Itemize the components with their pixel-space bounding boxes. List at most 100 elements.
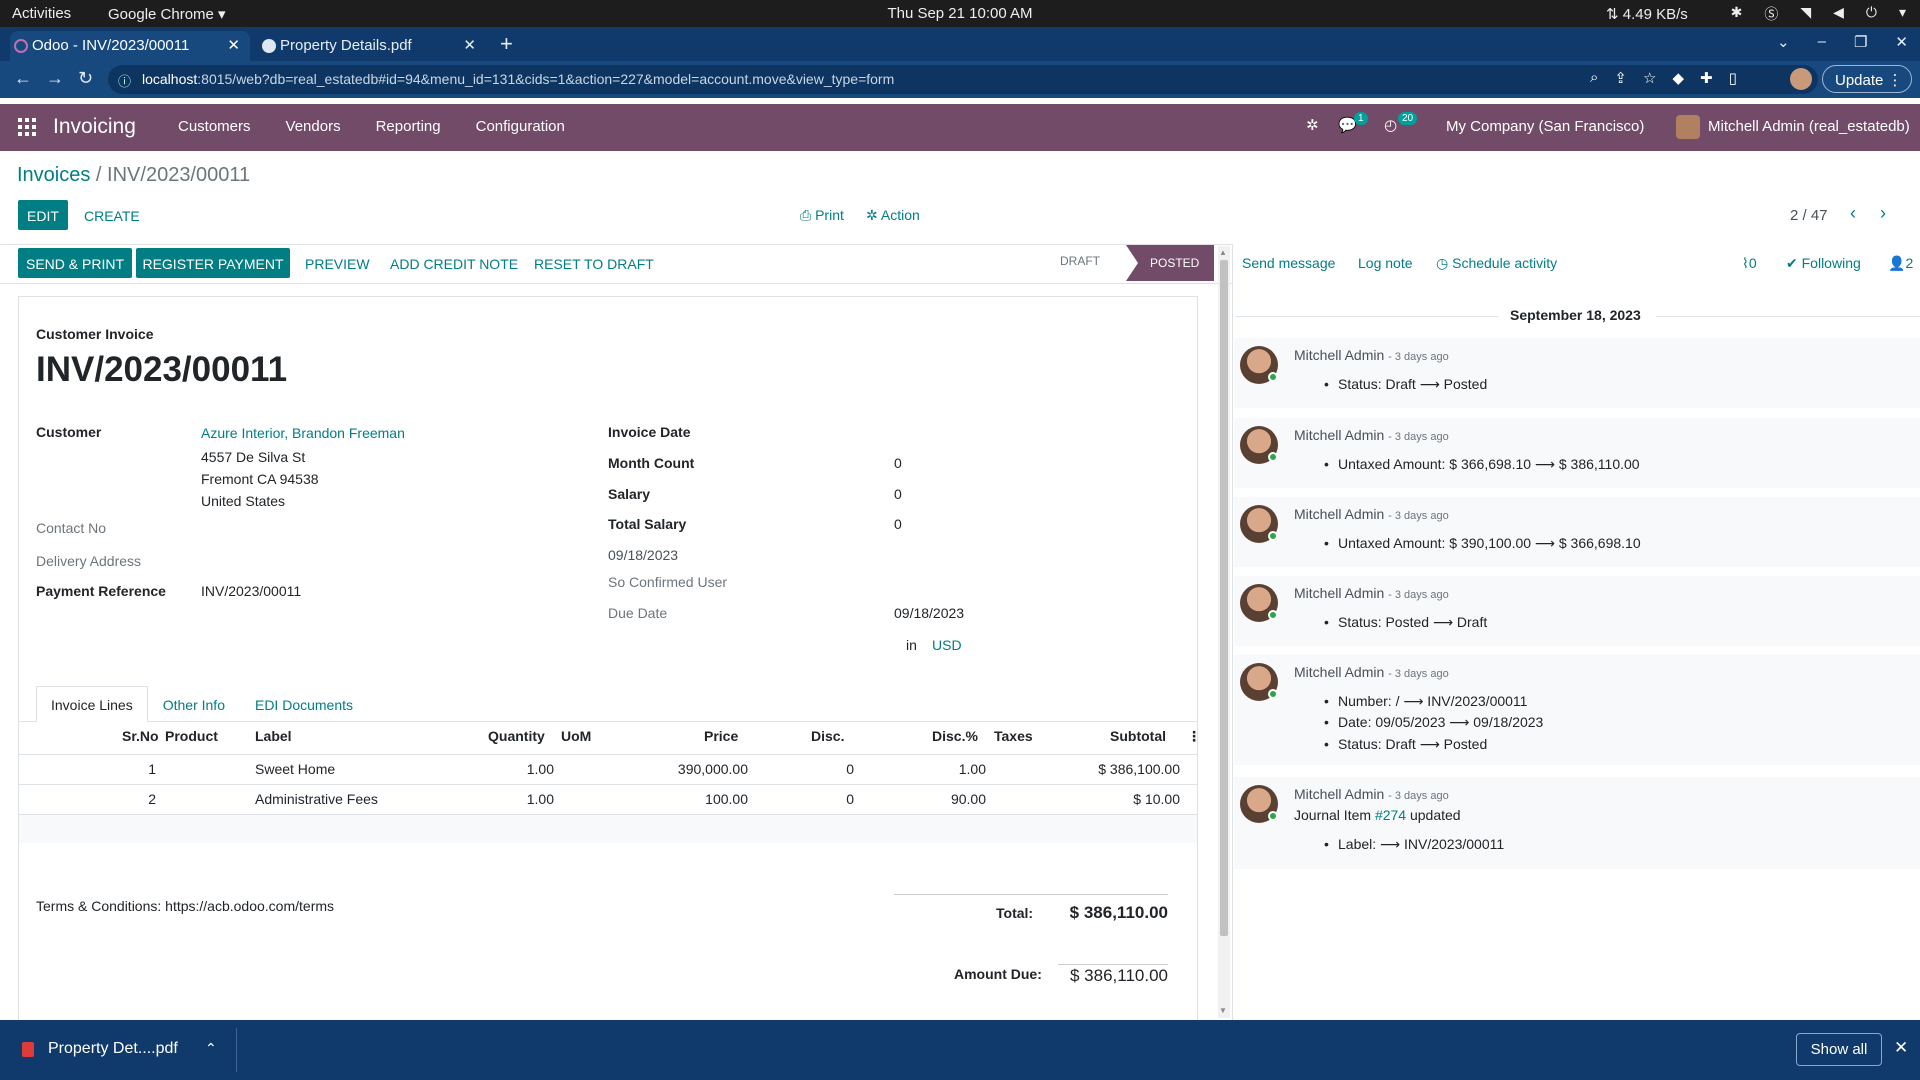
- site-info-icon[interactable]: ⓘ: [118, 71, 131, 90]
- profile-avatar[interactable]: [1790, 68, 1812, 90]
- apps-menu-icon[interactable]: [18, 118, 36, 136]
- send-message-button[interactable]: Send message: [1242, 255, 1335, 271]
- app-brand[interactable]: Invoicing: [53, 115, 136, 139]
- user-avatar[interactable]: [1676, 115, 1700, 139]
- skype-icon[interactable]: Ⓢ: [1764, 4, 1778, 24]
- scroll-up-icon[interactable]: ▲: [1219, 248, 1227, 257]
- bookmark-star-icon[interactable]: ☆: [1643, 69, 1656, 87]
- payment-reference-value[interactable]: INV/2023/00011: [201, 583, 301, 599]
- tab-invoice-lines[interactable]: Invoice Lines: [36, 686, 148, 722]
- user-menu[interactable]: Mitchell Admin (real_estatedb): [1708, 118, 1910, 135]
- following-button[interactable]: ✔ Following: [1786, 255, 1861, 272]
- pager-previous-icon[interactable]: ‹: [1850, 203, 1856, 224]
- chevron-down-icon[interactable]: ▾: [1899, 4, 1906, 24]
- zoom-icon[interactable]: ⌕: [1590, 69, 1598, 87]
- new-tab-button[interactable]: +: [500, 31, 513, 57]
- forward-icon[interactable]: →: [46, 68, 64, 89]
- month-count-value[interactable]: 0: [894, 455, 902, 471]
- chevron-up-icon[interactable]: ⌃: [205, 1040, 217, 1057]
- maximize-icon[interactable]: ❐: [1854, 33, 1867, 51]
- menu-customers[interactable]: Customers: [178, 118, 251, 135]
- journal-item-link[interactable]: #274: [1375, 807, 1406, 823]
- reset-to-draft-button[interactable]: RESET TO DRAFT: [534, 256, 654, 272]
- minimize-icon[interactable]: –: [1818, 33, 1826, 51]
- tab-odoo-invoice[interactable]: Odoo - INV/2023/00011 ✕: [10, 31, 250, 61]
- debug-bug-icon[interactable]: ✲: [1306, 116, 1319, 134]
- scrollbar-thumb[interactable]: [1220, 260, 1228, 936]
- close-icon[interactable]: ✕: [463, 36, 476, 54]
- attachments-button[interactable]: ⌇0: [1742, 255, 1757, 272]
- reload-icon[interactable]: ↻: [78, 68, 93, 89]
- form-scrollbar[interactable]: ▲ ▼: [1218, 246, 1230, 1018]
- print-dropdown[interactable]: ⎙ Print: [800, 207, 844, 224]
- scroll-down-icon[interactable]: ▼: [1219, 1006, 1227, 1015]
- message-author[interactable]: Mitchell Admin - 3 days ago: [1294, 506, 1449, 522]
- tab-edi-documents[interactable]: EDI Documents: [240, 686, 368, 722]
- close-icon[interactable]: ✕: [227, 36, 240, 54]
- volume-icon[interactable]: ◀: [1833, 4, 1844, 24]
- preview-button[interactable]: PREVIEW: [305, 256, 370, 272]
- activities-clock-icon[interactable]: ◴: [1384, 116, 1397, 134]
- system-tray[interactable]: ✱ Ⓢ ◥ ◀ ⏻ ▾: [1731, 4, 1906, 24]
- url-text[interactable]: localhost:8015/web?db=real_estatedb#id=9…: [142, 71, 894, 87]
- salary-value[interactable]: 0: [894, 486, 902, 502]
- message-author[interactable]: Mitchell Admin - 3 days ago: [1294, 585, 1449, 601]
- company-switcher[interactable]: My Company (San Francisco): [1446, 118, 1644, 135]
- invoice-date-value[interactable]: 09/18/2023: [608, 547, 678, 563]
- tab-other-info[interactable]: Other Info: [148, 686, 240, 722]
- create-button[interactable]: CREATE: [84, 208, 140, 224]
- tab-search-icon[interactable]: ⌄: [1777, 33, 1790, 51]
- column-quantity[interactable]: Quantity: [488, 728, 545, 744]
- column-subtotal[interactable]: Subtotal: [1110, 728, 1166, 744]
- close-window-icon[interactable]: ✕: [1895, 33, 1908, 51]
- update-button[interactable]: Update ⋮: [1822, 65, 1912, 93]
- currency-link[interactable]: USD: [932, 637, 962, 653]
- download-item[interactable]: Property Det....pdf: [48, 1040, 178, 1058]
- power-icon[interactable]: ⏻: [1866, 4, 1877, 24]
- column-disc-pct[interactable]: Disc.%: [932, 728, 978, 744]
- menu-configuration[interactable]: Configuration: [476, 118, 565, 135]
- column-disc[interactable]: Disc.: [811, 728, 844, 744]
- optional-columns-icon[interactable]: ⋮: [1187, 728, 1201, 745]
- followers-button[interactable]: 👤2: [1888, 255, 1913, 272]
- action-dropdown[interactable]: ✲ Action: [866, 207, 920, 224]
- message-author[interactable]: Mitchell Admin - 3 days ago: [1294, 664, 1449, 680]
- extensions-puzzle-icon[interactable]: ✚: [1700, 69, 1713, 87]
- column-uom[interactable]: UoM: [561, 728, 591, 744]
- pager-next-icon[interactable]: ›: [1880, 203, 1886, 224]
- column-price[interactable]: Price: [704, 728, 738, 744]
- show-all-button[interactable]: Show all: [1796, 1033, 1882, 1066]
- column-taxes[interactable]: Taxes: [994, 728, 1033, 744]
- message-author[interactable]: Mitchell Admin - 3 days ago: [1294, 786, 1449, 802]
- breadcrumb-invoices[interactable]: Invoices: [17, 164, 90, 186]
- send-print-button[interactable]: SEND & PRINT: [18, 248, 132, 278]
- edit-button[interactable]: EDIT: [18, 200, 68, 230]
- extension-fox-icon[interactable]: ◆: [1672, 69, 1684, 87]
- register-payment-button[interactable]: REGISTER PAYMENT: [136, 248, 290, 278]
- customer-link[interactable]: Azure Interior, Brandon Freeman: [201, 425, 405, 441]
- log-note-button[interactable]: Log note: [1358, 255, 1413, 271]
- schedule-activity-button[interactable]: ◷ Schedule activity: [1436, 255, 1557, 272]
- share-icon[interactable]: ⇪: [1614, 69, 1627, 87]
- close-icon[interactable]: ✕: [1894, 1038, 1908, 1058]
- back-icon[interactable]: ←: [14, 68, 32, 89]
- column-srno[interactable]: Sr.No: [122, 728, 159, 744]
- address-bar[interactable]: ⓘ localhost:8015/web?db=real_estatedb#id…: [108, 65, 1818, 94]
- app-menu[interactable]: Google Chrome ▾: [108, 5, 226, 23]
- pager-value[interactable]: 2 / 47: [1790, 207, 1828, 224]
- column-label[interactable]: Label: [255, 728, 292, 744]
- network-speed: ⇅ 4.49 KB/s: [1606, 6, 1688, 23]
- gear-icon[interactable]: ✱: [1731, 4, 1743, 24]
- tab-property-details[interactable]: Property Details.pdf ✕: [258, 31, 486, 61]
- menu-vendors[interactable]: Vendors: [286, 118, 341, 135]
- total-salary-value[interactable]: 0: [894, 516, 902, 532]
- wifi-icon[interactable]: ◥: [1800, 4, 1811, 24]
- message-author[interactable]: Mitchell Admin - 3 days ago: [1294, 347, 1449, 363]
- side-panel-icon[interactable]: ▯: [1729, 69, 1737, 87]
- add-credit-note-button[interactable]: ADD CREDIT NOTE: [390, 256, 518, 272]
- activities-button[interactable]: Activities: [12, 5, 71, 22]
- message-author[interactable]: Mitchell Admin - 3 days ago: [1294, 427, 1449, 443]
- due-date-value[interactable]: 09/18/2023: [894, 605, 964, 621]
- menu-reporting[interactable]: Reporting: [376, 118, 441, 135]
- column-product[interactable]: Product: [165, 728, 218, 744]
